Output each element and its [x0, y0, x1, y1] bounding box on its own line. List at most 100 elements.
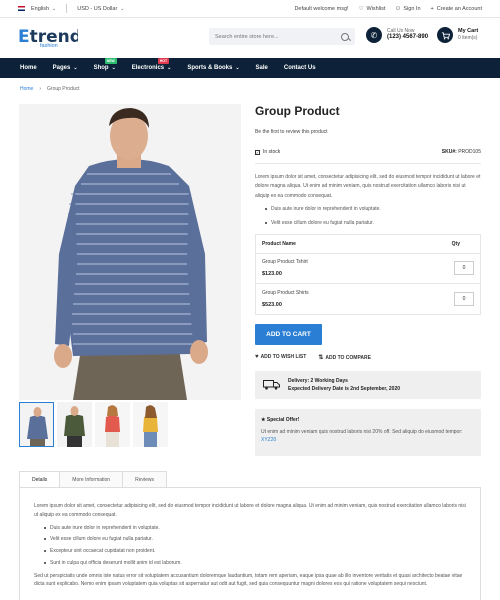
- nav-item-sale[interactable]: Sale: [256, 65, 268, 71]
- product-tabs: Details More Information Reviews: [19, 471, 167, 487]
- thumbnail[interactable]: [95, 402, 130, 447]
- grouped-item-name[interactable]: Group Product Tshirt: [262, 259, 308, 265]
- add-to-wishlist-link[interactable]: ♥ ADD TO WISH LIST: [255, 354, 306, 361]
- tab-more-information[interactable]: More Information: [59, 471, 124, 487]
- search-input[interactable]: [215, 33, 341, 40]
- breadcrumb: Home › Group Product: [20, 86, 80, 92]
- nav-item-contact[interactable]: Contact Us: [284, 65, 316, 71]
- short-description: Lorem ipsum dolor sit amet, consectetur …: [255, 174, 481, 199]
- divider: [255, 163, 481, 164]
- column-header: Product Name: [262, 240, 296, 247]
- sku: SKU#: PROD105: [442, 149, 481, 155]
- grouped-item-name[interactable]: Group Product Shirts: [262, 290, 309, 296]
- top-bar-right: Default welcome msg! ♡ Wishlist ⚇ Sign I…: [294, 6, 482, 12]
- add-to-compare-link[interactable]: ⇅ ADD TO COMPARE: [318, 354, 371, 361]
- list-item: Duis aute irure dolor in reprehenderit i…: [44, 524, 466, 533]
- wishlist-action-label: ADD TO WISH LIST: [260, 353, 307, 360]
- nav-label: Home: [20, 65, 37, 71]
- chevron-down-icon: ⌄: [73, 65, 78, 71]
- column-header: Qty: [451, 240, 460, 247]
- product-actions: ♥ ADD TO WISH LIST ⇅ ADD TO COMPARE: [255, 354, 481, 361]
- thumbnail[interactable]: [19, 402, 54, 447]
- nav-label: Pages: [52, 65, 71, 71]
- divider: [66, 4, 68, 13]
- table-row: Group Product Tshirt $123.00 0: [256, 254, 480, 284]
- quantity-input[interactable]: 0: [454, 261, 474, 276]
- list-item: Duis aute irure dolor in reprehenderit i…: [265, 206, 481, 212]
- special-offer-title-text: Special Offer!: [266, 416, 300, 423]
- heart-icon: ♡: [358, 5, 364, 12]
- hot-badge: HOT: [157, 58, 170, 64]
- header: Etrend fashion ✆ Call Us Now (123) 4567-…: [0, 18, 500, 58]
- tab-details[interactable]: Details: [19, 471, 61, 487]
- chevron-down-icon: ⌄: [235, 65, 240, 71]
- thumbnail[interactable]: [57, 402, 92, 447]
- cart-icon: [437, 27, 453, 43]
- thumbnail[interactable]: [133, 402, 168, 447]
- table-row: Group Product Shirts $523.00 0: [256, 284, 480, 314]
- phone-icon: ✆: [366, 27, 382, 43]
- tab-reviews[interactable]: Reviews: [122, 471, 167, 487]
- details-list: Duis aute irure dolor in reprehenderit i…: [44, 524, 466, 568]
- nav-item-sports-books[interactable]: Sports & Books ⌄: [187, 65, 239, 71]
- delivery-info: Delivery: 2 Working Days Expected Delive…: [255, 370, 481, 399]
- currency-selector[interactable]: USD - US Dollar ⌄: [77, 6, 124, 12]
- special-offer-text: Ut enim ad minim veniam quis nostrud lab…: [261, 428, 475, 445]
- heart-icon: ♥: [255, 353, 259, 360]
- wishlist-link[interactable]: ♡ Wishlist: [359, 6, 386, 12]
- details-paragraph: Lorem ipsum dolor sit amet, consectetur …: [34, 503, 466, 518]
- user-icon: ⚇: [395, 5, 401, 12]
- delivery-date: Expected Delivery Date is 2nd September,…: [288, 385, 400, 392]
- chevron-down-icon: ⌄: [167, 65, 172, 71]
- special-offer-body: Ut enim ad minim veniam quis nostrud lab…: [261, 428, 463, 435]
- truck-icon: [263, 379, 280, 390]
- create-account-label: Create an Account: [436, 5, 482, 12]
- nav-item-home[interactable]: Home: [20, 65, 37, 71]
- thumbnail-strip: [19, 402, 168, 447]
- tab-panel-details: Lorem ipsum dolor sit amet, consectetur …: [19, 487, 481, 600]
- special-offer: ★ Special Offer! Ut enim ad minim veniam…: [255, 408, 481, 456]
- language-selector[interactable]: English ⌄: [18, 6, 56, 12]
- check-icon: ✓: [255, 149, 260, 155]
- signin-link[interactable]: ⚇ Sign In: [395, 6, 420, 12]
- details-paragraph: Sed ut perspiciatis unde omnis iste natu…: [34, 572, 463, 588]
- nav-item-pages[interactable]: Pages ⌄: [53, 65, 78, 71]
- nav-label: Sports & Books: [187, 65, 233, 71]
- product-info: Group Product Be the first to review thi…: [255, 104, 481, 456]
- product-photo: [19, 104, 241, 400]
- grouped-products-table: Product Name Qty Group Product Tshirt $1…: [255, 233, 481, 315]
- chevron-down-icon: ⌄: [52, 5, 57, 12]
- table-header: Product Name Qty: [256, 235, 480, 254]
- coupon-code[interactable]: XYZ20: [261, 437, 276, 443]
- breadcrumb-home[interactable]: Home: [20, 86, 33, 92]
- nav-label: Contact Us: [283, 65, 316, 71]
- stock-label: In stock: [263, 149, 281, 155]
- nav-item-shop[interactable]: NEW Shop ⌄: [94, 58, 117, 71]
- nav-item-electronics[interactable]: HOT Electronics ⌄: [131, 58, 172, 71]
- feature-list: Duis aute irure dolor in reprehenderit i…: [265, 206, 481, 226]
- wishlist-label: Wishlist: [366, 5, 386, 12]
- product-title: Group Product: [255, 104, 340, 118]
- call-us[interactable]: ✆ Call Us Now (123) 4567-890: [366, 27, 428, 43]
- create-account-link[interactable]: + Create an Account: [431, 6, 482, 12]
- list-item: Velit esse cillum dolore eu fugiat nulla…: [265, 220, 481, 226]
- quantity-input[interactable]: 0: [454, 291, 474, 306]
- sku-label: SKU#:: [441, 149, 457, 155]
- search-bar: [209, 28, 355, 45]
- new-badge: NEW: [104, 58, 117, 64]
- cart-label: My Cart: [458, 28, 479, 35]
- call-number: (123) 4567-890: [387, 34, 429, 41]
- logo[interactable]: Etrend fashion: [18, 27, 78, 50]
- list-item: Excepteur sint occaecat cupidatat non pr…: [44, 547, 466, 556]
- compare-icon: ⇅: [318, 354, 324, 361]
- chevron-down-icon: ⌄: [111, 65, 116, 71]
- search-icon[interactable]: [341, 32, 349, 41]
- review-link[interactable]: Be the first to review this product: [255, 129, 481, 135]
- product-main-image[interactable]: [19, 104, 241, 400]
- add-to-cart-button[interactable]: ADD TO CART: [255, 323, 322, 345]
- stock-status: ✓ In stock: [255, 149, 280, 155]
- stock-row: ✓ In stock SKU#: PROD105: [255, 149, 481, 155]
- mini-cart[interactable]: My Cart 0 item(s): [437, 27, 478, 43]
- nav-label: Electronics: [131, 65, 165, 71]
- cart-count: 0 item(s): [458, 35, 478, 42]
